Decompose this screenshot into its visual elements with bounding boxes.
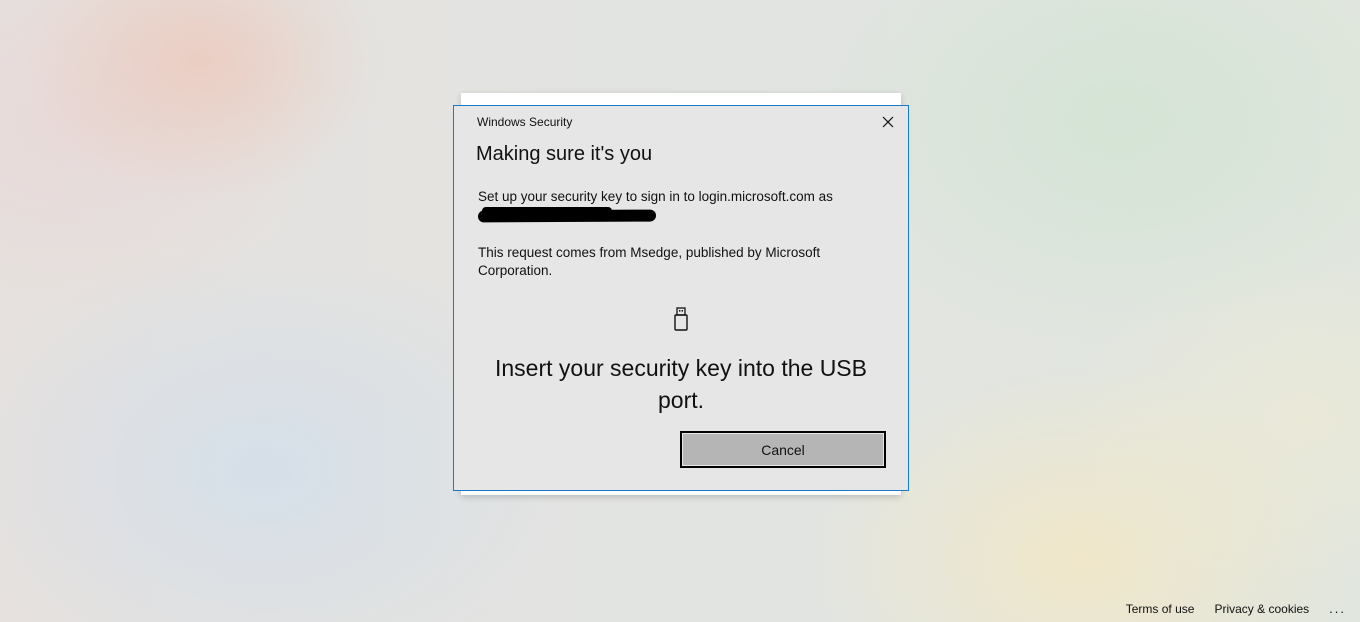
close-icon <box>882 116 894 128</box>
insert-key-instruction: Insert your security key into the USB po… <box>495 355 867 413</box>
more-options-button[interactable]: ... <box>1329 601 1346 616</box>
dialog-heading: Making sure it's you <box>476 143 653 165</box>
privacy-cookies-link[interactable]: Privacy & cookies <box>1214 602 1309 616</box>
redacted-account-mark <box>477 209 657 223</box>
request-source-text: This request comes from Msedge, publishe… <box>478 245 821 278</box>
cancel-button[interactable]: Cancel <box>680 431 886 468</box>
terms-of-use-link[interactable]: Terms of use <box>1126 602 1195 616</box>
dialog-title: Windows Security <box>477 115 573 129</box>
usb-security-key-icon <box>674 307 688 331</box>
setup-message: Set up your security key to sign in to l… <box>478 189 833 204</box>
close-button[interactable] <box>880 114 896 130</box>
page-footer: Terms of use Privacy & cookies ... <box>1126 601 1360 616</box>
windows-security-dialog: Windows Security Making sure it's you Se… <box>453 105 909 491</box>
